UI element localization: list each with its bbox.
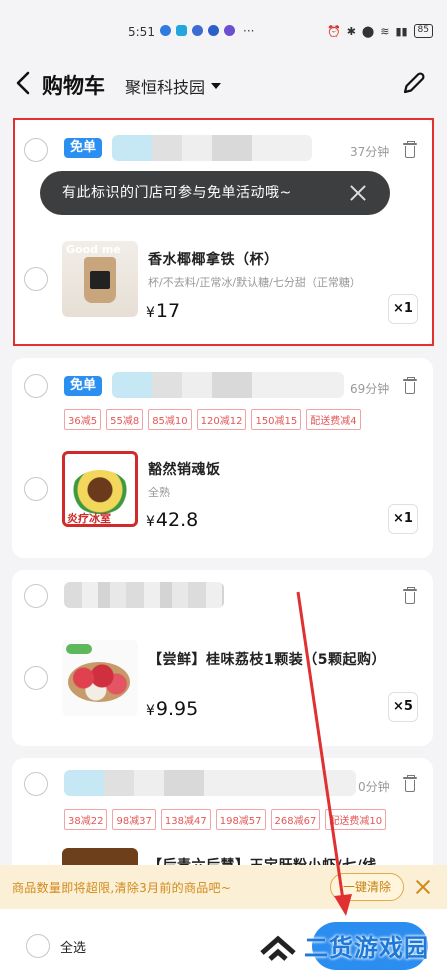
- watermark-logo-icon: [260, 935, 296, 961]
- product-spec: 全熟: [148, 486, 170, 499]
- product-name[interactable]: 豁然销魂饭: [148, 459, 221, 479]
- app-icon: [224, 25, 235, 36]
- store-select-radio[interactable]: [24, 584, 48, 608]
- coupon-list: 38减22 98减37 138减47 198减57 268减67 配送费减10: [64, 809, 387, 830]
- caret-down-icon: [211, 83, 222, 89]
- coupon-tag: 150减15: [251, 409, 302, 430]
- store-name-blurred[interactable]: [64, 582, 224, 608]
- quantity-button[interactable]: ×5: [388, 692, 418, 722]
- product-image[interactable]: [62, 640, 138, 716]
- more-notifications: ···: [243, 23, 255, 38]
- delivery-time: 0分钟: [358, 780, 390, 794]
- select-all-label: 全选: [60, 940, 87, 956]
- system-icons: ⏰ ✱ ⬤ ≋ ▮▮ 85: [327, 24, 433, 38]
- store-select-radio[interactable]: [24, 374, 48, 398]
- clear-all-button[interactable]: 一键清除: [330, 873, 404, 901]
- cart-limit-notice: 商品数量即将超限,清除3月前的商品吧~ 一键清除: [0, 865, 447, 909]
- wifi-icon: ≋: [380, 24, 390, 38]
- notice-text: 商品数量即将超限,清除3月前的商品吧~: [12, 881, 232, 895]
- item-select-radio[interactable]: [24, 666, 48, 690]
- coupon-tag: 120减12: [196, 409, 247, 430]
- notification-icons: ···: [160, 23, 255, 38]
- bowl-graphic: [71, 470, 129, 514]
- coupon-tag: 配送费减4: [306, 409, 361, 430]
- lychee-graphic: [68, 662, 130, 702]
- app-icon: [208, 25, 219, 36]
- status-time: 5:51: [128, 25, 155, 39]
- product-price: ¥9.95: [146, 698, 199, 720]
- app-icon: [192, 25, 203, 36]
- annotation-highlight-box: [13, 118, 434, 346]
- store-name-blurred[interactable]: [112, 372, 344, 398]
- product-price: ¥42.8: [146, 509, 199, 531]
- signal-icon: ▮▮: [395, 24, 408, 38]
- free-order-badge: 免单: [64, 376, 103, 396]
- watermark-text: 二货游戏园: [304, 934, 429, 962]
- site-watermark: 二货游戏园: [258, 928, 429, 963]
- product-name[interactable]: 【尝鲜】桂味荔枝1颗装（5颗起购）: [148, 649, 386, 669]
- trash-icon[interactable]: [403, 377, 417, 394]
- coupon-tag: 138减47: [160, 809, 211, 830]
- brand-logo: [66, 644, 92, 654]
- store-name-blurred[interactable]: [64, 770, 356, 796]
- bluetooth-icon: ✱: [346, 24, 356, 38]
- item-select-radio[interactable]: [24, 477, 48, 501]
- delivery-time: 69分钟: [350, 382, 390, 396]
- coupon-tag: 85减10: [148, 409, 192, 430]
- quantity-button[interactable]: ×1: [388, 504, 418, 534]
- battery-icon: 85: [413, 24, 433, 38]
- location-icon: ⬤: [361, 24, 375, 38]
- store-card: 【尝鲜】桂味荔枝1颗装（5颗起购） ¥9.95 ×5: [12, 570, 433, 746]
- back-arrow-icon[interactable]: [12, 70, 36, 96]
- trash-icon[interactable]: [403, 587, 417, 604]
- coupon-tag: 38减22: [64, 809, 108, 830]
- location-label: 聚恒科技园: [125, 78, 206, 97]
- trash-icon[interactable]: [403, 775, 417, 792]
- alarm-icon: ⏰: [326, 24, 341, 38]
- store-card: 免单 69分钟 36减5 55减8 85减10 120减12 150减15 配送…: [12, 358, 433, 558]
- coupon-tag: 55减8: [106, 409, 144, 430]
- coupon-tag: 198减57: [215, 809, 266, 830]
- edit-pencil-icon[interactable]: [401, 70, 427, 96]
- close-icon[interactable]: [415, 879, 431, 895]
- shop-label: 炎疗冰室: [67, 512, 111, 525]
- coupon-list: 36减5 55减8 85减10 120减12 150减15 配送费减4: [64, 409, 361, 430]
- shield-icon: [160, 25, 171, 36]
- coupon-tag: 268减67: [270, 809, 321, 830]
- select-all-toggle[interactable]: 全选: [26, 934, 86, 958]
- status-bar: 5:51 ··· ⏰ ✱ ⬤ ≋ ▮▮ 85: [0, 0, 447, 60]
- store-select-radio[interactable]: [24, 772, 48, 796]
- location-selector[interactable]: 聚恒科技园: [125, 74, 222, 98]
- app-icon: [176, 25, 187, 36]
- cart-header: 购物车 聚恒科技园: [0, 60, 447, 110]
- select-all-radio[interactable]: [26, 934, 50, 958]
- coupon-tag: 98减37: [112, 809, 156, 830]
- page-title: 购物车: [42, 74, 105, 98]
- product-image[interactable]: 炎疗冰室: [62, 451, 138, 527]
- coupon-tag: 配送费减10: [325, 809, 387, 830]
- coupon-tag: 36减5: [64, 409, 102, 430]
